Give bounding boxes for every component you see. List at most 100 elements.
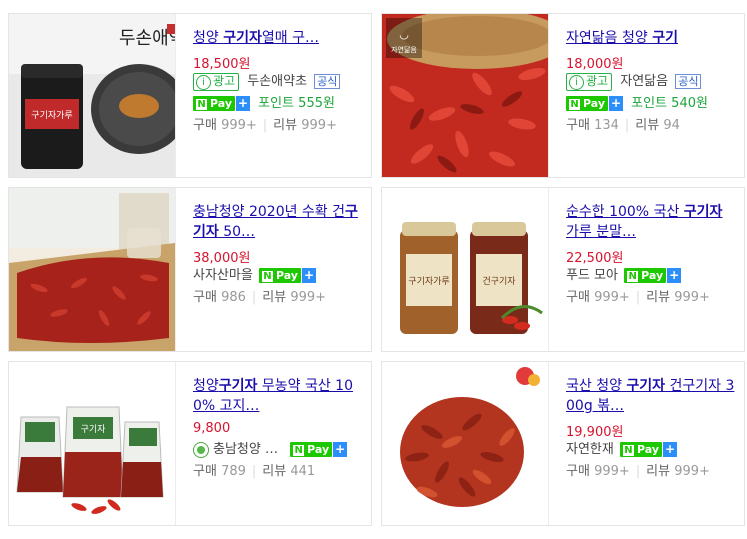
title-text: 50… [218,224,256,240]
product-card[interactable]: 구기자가루 건구기자 순수한 100% 국산 구기자 가루 분말… 22,500… [381,187,745,352]
product-card[interactable]: 국산 청양 구기자 건구기자 300g 볶… 19,900원 자연한재 N Pay… [381,361,745,526]
ad-label: 광고 [213,73,236,88]
pay-label: Pay [636,443,660,456]
product-title-link[interactable]: 충남청양 2020년 수확 건구기자 50… [193,202,365,242]
pay-label: Pay [307,443,330,456]
buy-label: 구매 [193,464,217,479]
product-price: 22,500원 [566,251,624,266]
stats-row: 구매 999+ | 리뷰 999+ [193,118,337,133]
plus-icon: + [301,268,316,283]
seller-name[interactable]: 사자산마을 [193,268,253,283]
product-card[interactable]: 구기자 청양구기자 무농약 국산 100% 고지… 9,800 충남청양 … N… [8,361,372,526]
product-thumbnail[interactable]: 구기자가루 두손애약초 [9,14,176,177]
seller-name[interactable]: 자연닮음 [620,74,668,89]
product-card[interactable]: 충남청양 2020년 수확 건구기자 50… 38,000원 사자산마을 N Pa… [8,187,372,352]
buy-count: 789 [221,464,246,479]
review-count: 441 [290,464,316,479]
npay-badge: N Pay [193,96,236,111]
title-text: 충남청양 2020년 수확 건 [193,204,346,220]
naver-n-icon: N [261,271,273,282]
plus-icon: + [663,442,678,457]
npay-badge: N Pay [290,442,333,457]
product-thumbnail[interactable]: 구기자가루 건구기자 [382,188,549,351]
seller-name[interactable]: 두손애약초 [247,74,307,89]
brand-watermark: 자연닮음 [391,45,417,54]
product-title-link[interactable]: 순수한 100% 국산 구기자 가루 분말… [566,202,738,242]
product-price: 18,500원 [193,57,251,72]
product-card[interactable]: ◡ 자연닮음 자연닮음 청양 구기 18,000원 i 광고 자연닮음 공식 NP… [381,13,745,178]
naver-n-icon: N [627,271,639,282]
review-label[interactable]: 리뷰 [273,118,297,133]
points-text: 포인트 540원 [631,96,708,111]
info-icon: i [196,74,211,90]
title-text: 자연닮음 청양 [566,30,653,46]
review-label[interactable]: 리뷰 [262,464,286,479]
plus-icon: + [609,96,624,111]
review-count: 999+ [674,290,710,305]
npay-badge: N Pay [619,442,663,457]
buy-count: 134 [594,118,619,133]
plus-icon: + [333,442,348,457]
pay-label: Pay [210,97,233,110]
ad-badge[interactable]: i 광고 [193,72,240,91]
buy-label: 구매 [193,290,217,305]
title-keyword: 구기자 [626,378,666,394]
title-text: 청양 [193,378,219,394]
title-text: 열매 구… [261,30,319,46]
svg-text:구기자가루: 구기자가루 [31,110,72,121]
seller-name[interactable]: 푸드 모아 [566,268,618,283]
buy-label: 구매 [193,118,217,133]
review-label[interactable]: 리뷰 [262,290,286,305]
product-thumbnail[interactable]: 구기자 [9,362,176,525]
title-text: 청양 [193,30,224,46]
product-price: 9,800 [193,421,231,436]
seller-name[interactable]: 자연한재 [566,442,614,457]
plus-icon: + [667,268,682,283]
product-price: 18,000원 [566,57,624,72]
bag-label: 구기자 [81,424,107,435]
stats-row: 구매 999+ | 리뷰 999+ [566,464,710,479]
product-thumbnail[interactable] [382,362,549,525]
naver-n-icon: N [622,445,634,456]
buy-count: 999+ [594,290,630,305]
title-keyword: 구기 [652,30,678,46]
pay-label: Pay [275,269,298,282]
review-count: 94 [663,118,680,133]
buy-count: 986 [221,290,246,305]
ad-badge[interactable]: i 광고 [566,72,613,91]
buy-label: 구매 [566,118,590,133]
product-title-link[interactable]: 청양구기자 무농약 국산 100% 고지… [193,376,365,416]
product-title-link[interactable]: 국산 청양 구기자 건구기자 300g 볶… [566,376,738,416]
stats-row: 구매 999+ | 리뷰 999+ [566,290,710,305]
jar-label: 건구기자 [482,276,516,287]
title-text: 국산 청양 [566,378,627,394]
review-label[interactable]: 리뷰 [646,464,670,479]
product-thumbnail[interactable] [9,188,176,351]
review-count: 999+ [301,118,337,133]
stats-row: 구매 789 | 리뷰 441 [193,464,316,479]
review-label[interactable]: 리뷰 [646,290,670,305]
product-thumbnail[interactable]: ◡ 자연닮음 [382,14,549,177]
title-text: 가루 분말… [566,224,636,240]
official-badge: 공식 [314,74,341,89]
title-keyword: 구기자 [223,30,262,46]
buy-count: 999+ [594,464,630,479]
buy-count: 999+ [221,118,257,133]
review-label[interactable]: 리뷰 [635,118,659,133]
product-card[interactable]: 구기자가루 두손애약초 청양 구기자열매 구… 18,500원 i광고 두손애약… [8,13,372,178]
official-badge: 공식 [675,74,702,89]
review-count: 999+ [290,290,327,305]
info-icon: i [569,74,584,90]
points-text: 포인트 555원 [258,96,335,111]
buy-label: 구매 [566,464,590,479]
product-title-link[interactable]: 청양 구기자열매 구… [193,28,365,48]
stats-row: 구매 986 | 리뷰 999+ [193,290,327,305]
seller-name[interactable]: 충남청양 … [213,442,278,457]
product-title-link[interactable]: 자연닮음 청양 구기 [566,28,738,48]
npay-badge: N Pay [258,268,301,283]
product-grid: 구기자가루 두손애약초 청양 구기자열매 구… 18,500원 i광고 두손애약… [0,0,747,539]
product-price: 38,000원 [193,251,251,266]
review-count: 999+ [674,464,710,479]
naver-n-icon: N [196,99,207,110]
pay-label: Pay [641,269,664,282]
